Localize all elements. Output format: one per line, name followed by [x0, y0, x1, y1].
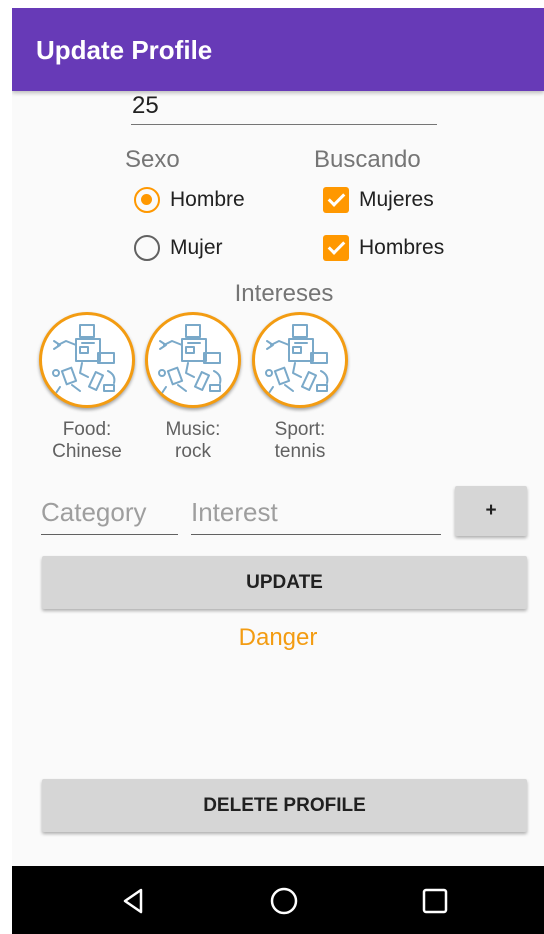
checkbox-hombres-label: Hombres	[359, 236, 445, 259]
robot-parts-icon	[145, 312, 241, 408]
app-bar-title: Update Profile	[36, 35, 213, 65]
checkbox-hombres[interactable]: Hombres	[323, 235, 444, 261]
interest-value-label: rock	[175, 441, 211, 462]
app-bar: Update Profile	[12, 8, 544, 91]
checkbox-mujeres-box[interactable]	[323, 187, 349, 213]
interest-value-label: tennis	[274, 441, 326, 462]
interest-category-label: Food:	[62, 419, 112, 440]
home-icon[interactable]	[269, 886, 299, 916]
radio-hombre-label: Hombre	[170, 188, 245, 211]
age-input-underline	[131, 124, 437, 125]
radio-mujer-button[interactable]	[134, 235, 160, 261]
interest-item-sport[interactable]: Sport: tennis	[250, 312, 350, 463]
age-input[interactable]: 25	[132, 92, 159, 120]
robot-parts-icon	[39, 312, 135, 408]
interest-category-label: Music:	[165, 419, 221, 440]
delete-profile-button[interactable]: DELETE PROFILE	[42, 779, 527, 832]
sexo-title: Sexo	[125, 146, 180, 173]
system-nav-bar	[12, 866, 544, 934]
add-interest-button[interactable]: +	[455, 486, 527, 536]
radio-mujer-label: Mujer	[170, 236, 223, 259]
interest-input[interactable]: Interest	[191, 497, 441, 535]
back-icon[interactable]	[119, 886, 149, 916]
interest-value-label: Chinese	[52, 441, 122, 462]
interest-item-food[interactable]: Food: Chinese	[37, 312, 137, 463]
category-input[interactable]: Category	[41, 497, 178, 535]
buscando-title: Buscando	[314, 146, 421, 173]
checkbox-mujeres[interactable]: Mujeres	[323, 187, 434, 213]
intereses-title: Intereses	[234, 280, 334, 307]
radio-hombre[interactable]: Hombre	[134, 187, 245, 213]
checkbox-mujeres-label: Mujeres	[359, 188, 434, 211]
recents-icon[interactable]	[420, 886, 450, 916]
screen: Update Profile 25 Sexo Hombre Mujer Busc…	[12, 8, 544, 934]
checkbox-hombres-box[interactable]	[323, 235, 349, 261]
radio-mujer[interactable]: Mujer	[134, 235, 223, 261]
interest-category-label: Sport:	[274, 419, 326, 440]
robot-parts-icon	[252, 312, 348, 408]
radio-hombre-button[interactable]	[134, 187, 160, 213]
danger-label: Danger	[238, 624, 318, 651]
update-button[interactable]: UPDATE	[42, 556, 527, 609]
interest-item-music[interactable]: Music: rock	[143, 312, 243, 463]
